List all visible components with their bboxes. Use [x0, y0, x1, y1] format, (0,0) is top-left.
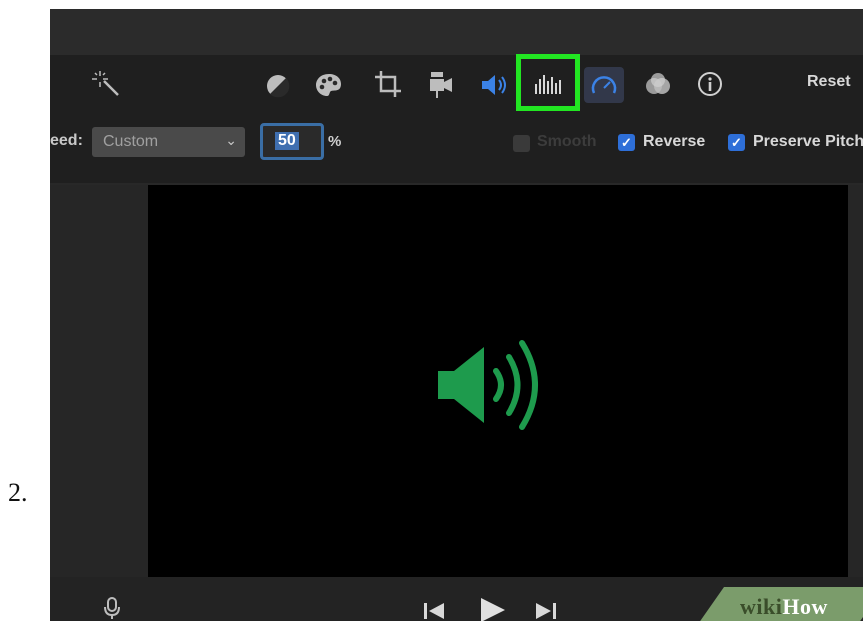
reverse-checkbox[interactable]: ✓ — [618, 134, 635, 151]
camera-icon[interactable] — [428, 71, 454, 99]
chevron-down-icon: ⌄ — [225, 132, 237, 148]
preserve-pitch-label: Preserve Pitch — [753, 133, 863, 150]
equalizer-highlight-box — [516, 54, 580, 111]
skip-back-icon[interactable] — [422, 600, 446, 621]
skip-forward-icon[interactable] — [534, 600, 558, 621]
speed-percent-input[interactable]: 50 — [260, 123, 324, 160]
reset-button[interactable]: Reset — [807, 73, 851, 91]
preserve-pitch-checkbox[interactable]: ✓ — [728, 134, 745, 151]
magic-wand-icon[interactable] — [92, 69, 122, 99]
watermark-how-text: How — [782, 594, 828, 619]
microphone-icon[interactable] — [104, 597, 120, 619]
crop-icon[interactable] — [373, 69, 403, 99]
smooth-label: Smooth — [537, 133, 597, 150]
color-balance-icon[interactable] — [265, 73, 291, 99]
right-panel — [848, 185, 863, 577]
palette-icon[interactable] — [315, 72, 343, 98]
volume-icon[interactable] — [480, 72, 510, 98]
adjustments-toolbar — [50, 55, 863, 183]
speed-label: eed: — [50, 132, 83, 149]
watermark-wiki-text: wiki — [740, 594, 783, 619]
speed-select[interactable]: Custom ⌄ — [92, 127, 245, 157]
video-viewer — [148, 185, 848, 577]
smooth-checkbox[interactable] — [513, 135, 530, 152]
speed-percent-value: 50 — [275, 132, 299, 150]
speed-select-value: Custom — [103, 133, 159, 150]
filters-icon[interactable] — [644, 71, 672, 99]
watermark-logo: wikiHow — [740, 594, 828, 620]
left-panel — [50, 185, 148, 577]
play-icon[interactable] — [478, 597, 506, 621]
step-number: 2. — [8, 478, 28, 507]
speaker-icon — [436, 335, 556, 435]
reverse-label: Reverse — [643, 133, 706, 150]
imovie-window: Reset eed: Custom ⌄ 50 % Smooth ✓ Revers… — [50, 9, 863, 621]
percent-sign: % — [328, 133, 342, 150]
info-icon[interactable] — [696, 70, 724, 98]
title-bar — [50, 9, 863, 55]
speedometer-icon[interactable] — [584, 67, 624, 103]
